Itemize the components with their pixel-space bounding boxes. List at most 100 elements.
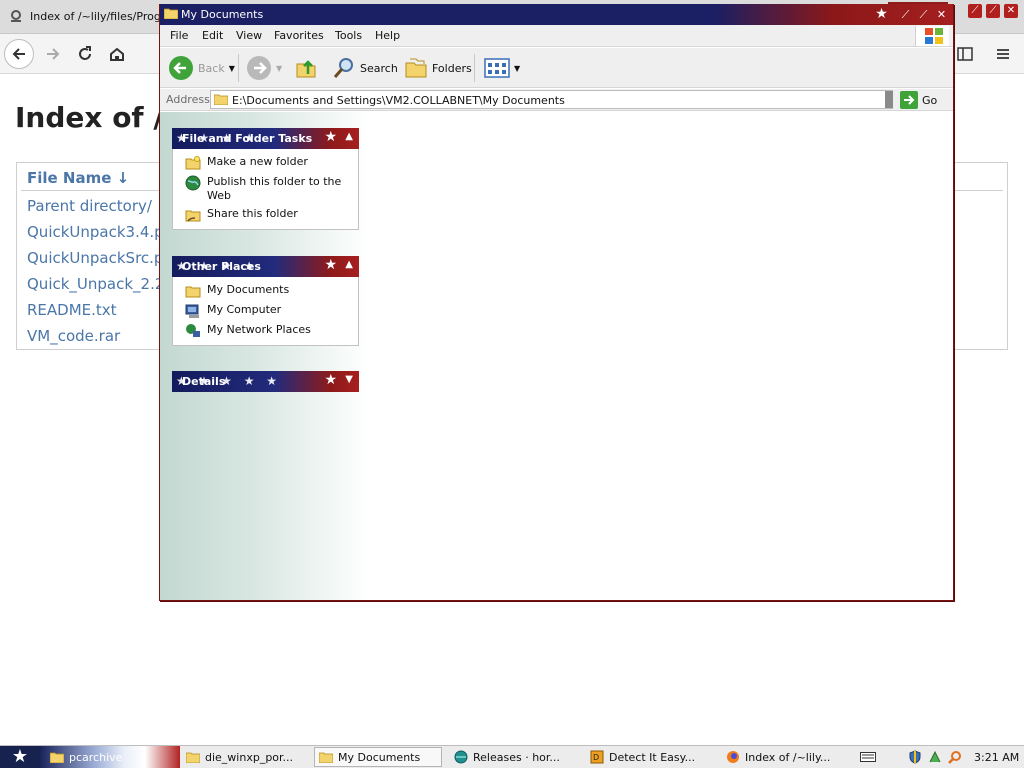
maximize-icon[interactable]: ⟋ bbox=[916, 7, 931, 22]
up-folder-button[interactable] bbox=[294, 53, 318, 83]
browser-back-button[interactable] bbox=[4, 39, 34, 69]
place-my-documents[interactable]: My Documents bbox=[185, 283, 352, 299]
forward-button[interactable]: ▼ bbox=[246, 53, 282, 83]
folder-icon bbox=[164, 8, 178, 19]
clock[interactable]: 3:21 AM bbox=[974, 751, 1019, 764]
minimize-icon[interactable]: ⟋ bbox=[898, 7, 913, 22]
browser-home-button[interactable] bbox=[102, 39, 132, 69]
file-name-column-header[interactable]: File Name ↓ bbox=[27, 169, 129, 187]
dropdown-arrow-icon: ▼ bbox=[228, 63, 235, 73]
browser-menu-button[interactable] bbox=[988, 39, 1018, 69]
taskbar-item-detect-it-easy[interactable]: D Detect It Easy... bbox=[586, 747, 716, 767]
file-link[interactable]: README.txt bbox=[27, 300, 173, 326]
toolbar-separator bbox=[474, 54, 475, 82]
place-label: My Documents bbox=[207, 283, 290, 296]
search-button[interactable]: Search bbox=[332, 53, 398, 83]
panel-title: Details bbox=[182, 375, 226, 388]
search-tray-icon[interactable] bbox=[948, 750, 962, 764]
shared-folder-icon bbox=[185, 210, 201, 222]
go-arrow-icon bbox=[900, 91, 918, 109]
folders-label: Folders bbox=[432, 61, 472, 75]
file-link[interactable]: VM_code.rar bbox=[27, 326, 173, 352]
task-share-folder[interactable]: Share this folder bbox=[185, 207, 352, 223]
reload-icon bbox=[79, 46, 91, 60]
panel-title: File and Folder Tasks bbox=[182, 132, 313, 145]
file-link[interactable]: QuickUnpack3.4.pu bbox=[27, 222, 173, 248]
minimize-icon[interactable]: ⟋ bbox=[968, 4, 982, 18]
star-decoration-icon: ★ bbox=[324, 257, 337, 273]
file-link[interactable]: QuickUnpackSrc.pu bbox=[27, 248, 173, 274]
maximize-icon[interactable]: ⟋ bbox=[986, 4, 1000, 18]
browser-window-controls: ⟋ ⟋ ✕ bbox=[968, 4, 1018, 18]
keyboard-icon[interactable] bbox=[860, 752, 876, 762]
folder-icon bbox=[50, 752, 64, 763]
address-dropdown-button[interactable] bbox=[885, 91, 893, 108]
start-button[interactable]: ★ bbox=[0, 746, 40, 768]
panel-body: Make a new folder Publish this folder to… bbox=[172, 149, 359, 230]
globe-icon bbox=[185, 175, 201, 191]
die-app-icon: D bbox=[590, 750, 604, 764]
file-list: Parent directory/ QuickUnpack3.4.pu Quic… bbox=[27, 196, 173, 352]
system-tray: 3:21 AM bbox=[898, 746, 1024, 768]
taskbar-item-pcarchive[interactable]: pcarchive bbox=[46, 747, 176, 767]
close-icon[interactable]: ✕ bbox=[1004, 4, 1018, 18]
taskbar-item-index-of-lily[interactable]: Index of /~lily... bbox=[722, 747, 852, 767]
file-link[interactable]: Parent directory/ bbox=[27, 196, 173, 222]
menu-edit[interactable]: Edit bbox=[202, 29, 223, 42]
back-button[interactable]: Back ▼ bbox=[168, 53, 235, 83]
task-publish-web[interactable]: Publish this folder to the Web bbox=[185, 175, 352, 203]
tab-favicon-icon bbox=[11, 10, 21, 22]
go-button[interactable]: Go bbox=[900, 91, 937, 109]
address-label: Address bbox=[166, 93, 210, 106]
browser-forward-button[interactable] bbox=[38, 39, 68, 69]
address-field[interactable]: E:\Documents and Settings\VM2.COLLABNET\… bbox=[210, 90, 893, 109]
browser-sidebar-button[interactable] bbox=[950, 39, 980, 69]
explorer-content: ★ ★ ★ ★ File and Folder Tasks ★ ▲ Make a… bbox=[160, 112, 953, 600]
panel-header[interactable]: ★ ★ ★ ★ Other Places ★ ▲ bbox=[172, 256, 359, 277]
place-my-computer[interactable]: My Computer bbox=[185, 303, 352, 319]
taskbar-item-die-winxp[interactable]: die_winxp_por... bbox=[182, 747, 308, 767]
browser-reload-button[interactable] bbox=[70, 39, 100, 69]
firefox-icon bbox=[727, 751, 739, 763]
taskbar-label: Detect It Easy... bbox=[609, 750, 696, 764]
menu-file[interactable]: File bbox=[170, 29, 188, 42]
taskbar-item-releases[interactable]: Releases · hor... bbox=[450, 747, 580, 767]
dropdown-arrow-icon: ▼ bbox=[514, 63, 521, 73]
menu-view[interactable]: View bbox=[236, 29, 262, 42]
windows-logo-icon bbox=[915, 26, 949, 46]
security-shield-icon[interactable] bbox=[908, 750, 922, 764]
taskbar-item-my-documents[interactable]: My Documents bbox=[314, 747, 442, 767]
chevron-up-icon[interactable]: ▲ bbox=[345, 131, 353, 142]
star-decoration-icon: ★ bbox=[324, 129, 337, 145]
panel-header[interactable]: ★ ★ ★ ★ File and Folder Tasks ★ ▲ bbox=[172, 128, 359, 149]
views-grid-icon bbox=[484, 58, 510, 78]
chevron-up-icon[interactable]: ▲ bbox=[345, 259, 353, 270]
folder-icon bbox=[185, 286, 201, 298]
explorer-menubar: File Edit View Favorites Tools Help bbox=[160, 25, 953, 47]
toolbar-separator bbox=[238, 54, 239, 82]
file-link[interactable]: Quick_Unpack_2.2. bbox=[27, 274, 173, 300]
task-make-folder[interactable]: Make a new folder bbox=[185, 155, 352, 171]
close-icon[interactable]: ✕ bbox=[934, 7, 949, 22]
views-button[interactable]: ▼ bbox=[484, 53, 520, 83]
panel-title: Other Places bbox=[182, 260, 261, 273]
explorer-window: My Documents ★ ⟋ ⟋ ✕ File Edit View Favo… bbox=[159, 4, 954, 601]
star-decoration-icon: ★ bbox=[875, 6, 888, 22]
dropdown-arrow-icon: ▼ bbox=[276, 63, 283, 73]
folders-button[interactable]: Folders bbox=[404, 53, 472, 83]
task-label: Make a new folder bbox=[207, 155, 308, 168]
menu-tools[interactable]: Tools bbox=[335, 29, 362, 42]
menu-help[interactable]: Help bbox=[375, 29, 400, 42]
explorer-titlebar[interactable]: My Documents ★ ⟋ ⟋ ✕ bbox=[160, 4, 953, 25]
taskbar-label: die_winxp_por... bbox=[205, 750, 294, 764]
menu-favorites[interactable]: Favorites bbox=[274, 29, 324, 42]
arrow-left-icon bbox=[12, 48, 25, 60]
chevron-down-icon[interactable]: ▼ bbox=[345, 374, 353, 385]
place-my-network[interactable]: My Network Places bbox=[185, 323, 352, 339]
taskbar-label: Index of /~lily... bbox=[745, 750, 831, 764]
search-icon bbox=[333, 58, 353, 78]
browser-globe-icon bbox=[454, 750, 468, 764]
browser-tab-title[interactable]: Index of /~lily/files/Progra bbox=[30, 10, 160, 23]
network-tray-icon[interactable] bbox=[928, 750, 942, 764]
panel-header[interactable]: ★ ★ ★ ★ ★ Details ★ ▼ bbox=[172, 371, 359, 392]
